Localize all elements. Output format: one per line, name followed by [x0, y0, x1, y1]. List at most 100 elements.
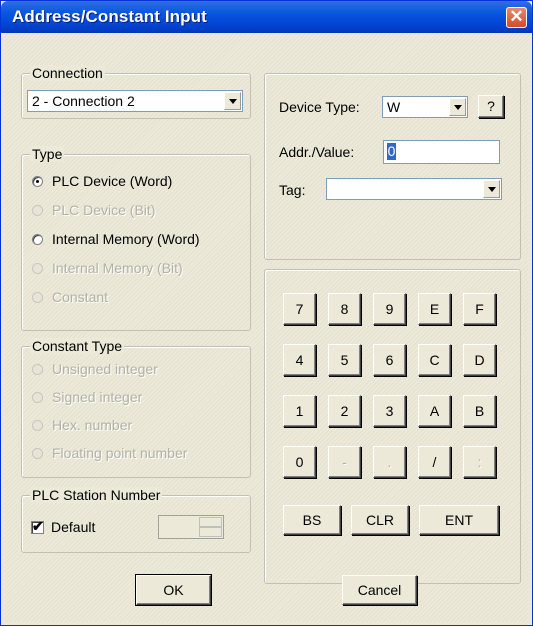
type-option-label: Constant: [52, 289, 109, 305]
device-type-select[interactable]: W: [382, 96, 468, 118]
keypad-key-label: B: [474, 403, 485, 419]
title-bar[interactable]: Address/Constant Input ✕: [1, 1, 532, 33]
device-group: Device Type: W ? Addr./Value: 0 Tag:: [264, 73, 521, 260]
type-option-label: Internal Memory (Word): [52, 231, 200, 247]
constant-type-option-label: Unsigned integer: [52, 361, 158, 377]
keypad-key[interactable]: 4: [283, 344, 316, 376]
keypad-key[interactable]: /: [418, 446, 451, 478]
addr-value-text: 0: [387, 143, 396, 160]
ok-label: OK: [163, 582, 184, 598]
keypad-key[interactable]: 9: [373, 293, 406, 325]
constant-type-legend: Constant Type: [30, 338, 125, 354]
keypad-key-label: E: [429, 301, 440, 317]
backspace-button[interactable]: BS: [283, 505, 341, 535]
keypad-key-label: :: [477, 454, 482, 470]
keypad-key[interactable]: -: [328, 446, 361, 478]
enter-label: ENT: [445, 512, 473, 528]
tag-label: Tag:: [279, 182, 306, 198]
keypad-key[interactable]: :: [463, 446, 496, 478]
keypad-key[interactable]: C: [418, 344, 451, 376]
addr-value-input[interactable]: 0: [383, 140, 500, 164]
keypad-key-label: C: [429, 352, 440, 368]
addr-value-label: Addr./Value:: [279, 144, 355, 160]
keypad-key[interactable]: 5: [328, 344, 361, 376]
chevron-down-icon[interactable]: [224, 92, 241, 110]
keypad-key-label: 9: [385, 301, 394, 317]
help-button[interactable]: ?: [478, 95, 504, 118]
type-group: Type PLC Device (Word) PLC Device (Bit) In…: [21, 146, 251, 331]
keypad-key-label: 4: [295, 352, 304, 368]
dialog-window: Address/Constant Input ✕ Connection 2 - …: [0, 0, 533, 626]
close-button[interactable]: ✕: [506, 7, 527, 28]
default-checkbox[interactable]: ✔: [31, 518, 44, 534]
keypad-key[interactable]: A: [418, 395, 451, 427]
station-group: PLC Station Number ✔ Default: [21, 487, 251, 553]
device-type-label: Device Type:: [279, 99, 360, 115]
keypad-key[interactable]: 0: [283, 446, 316, 478]
clear-label: CLR: [365, 512, 394, 528]
dialog-body: Connection 2 - Connection 2 Type PLC Dev…: [4, 33, 529, 622]
chevron-down-icon[interactable]: [449, 98, 466, 116]
keypad-key[interactable]: 7: [283, 293, 316, 325]
ok-button[interactable]: OK: [135, 574, 212, 606]
keypad-key[interactable]: 1: [283, 395, 316, 427]
connection-group: Connection 2 - Connection 2: [21, 65, 251, 119]
type-option-label: Internal Memory (Bit): [52, 260, 183, 276]
keypad-key-label: /: [432, 454, 437, 470]
keypad-key-label: 8: [340, 301, 349, 317]
keypad-key[interactable]: D: [463, 344, 496, 376]
keypad-group: 7 8 9 E F 4 5 6 C D 1 2 3 A B 0 -. /: BS CLR ENT: [264, 269, 521, 584]
window-title: Address/Constant Input: [12, 7, 207, 26]
cancel-label: Cancel: [357, 582, 402, 598]
keypad-key[interactable]: 8: [328, 293, 361, 325]
station-legend: PLC Station Number: [30, 487, 163, 503]
keypad-key-label: 3: [385, 403, 394, 419]
keypad-key-label: 6: [385, 352, 394, 368]
connection-select[interactable]: 2 - Connection 2: [27, 90, 243, 112]
help-label: ?: [487, 98, 495, 114]
backspace-label: BS: [302, 512, 322, 528]
keypad-key-label: 0: [295, 454, 304, 470]
keypad-key-label: 2: [340, 403, 349, 419]
keypad-key-label: 5: [340, 352, 349, 368]
keypad-key[interactable]: .: [373, 446, 406, 478]
keypad-key-label: .: [387, 454, 392, 470]
radio-dot: [32, 205, 43, 216]
station-number-spinner[interactable]: [158, 515, 224, 539]
chevron-down-icon[interactable]: [483, 180, 500, 198]
keypad-key-label: -: [342, 454, 347, 470]
radio-dot: [32, 420, 43, 431]
constant-type-option-label: Hex. number: [52, 417, 133, 433]
radio-dot: [32, 234, 43, 245]
keypad-key[interactable]: B: [463, 395, 496, 427]
check-icon: ✔: [32, 518, 44, 534]
connection-value: 2 - Connection 2: [32, 93, 135, 109]
radio-dot: [32, 364, 43, 375]
keypad-key-label: D: [474, 352, 485, 368]
default-label: Default: [51, 519, 96, 535]
keypad-key[interactable]: 2: [328, 395, 361, 427]
enter-button[interactable]: ENT: [419, 505, 499, 535]
type-legend: Type: [30, 146, 65, 162]
radio-dot: [32, 448, 43, 459]
connection-legend: Connection: [30, 65, 105, 81]
spin-down-button[interactable]: [199, 527, 222, 537]
keypad-key[interactable]: 3: [373, 395, 406, 427]
radio-dot: [32, 176, 43, 187]
radio-dot: [32, 292, 43, 303]
tag-select[interactable]: [326, 178, 502, 200]
clear-button[interactable]: CLR: [351, 505, 409, 535]
keypad-key-label: 1: [295, 403, 304, 419]
radio-dot: [32, 263, 43, 274]
keypad-key-label: F: [475, 301, 484, 317]
type-option-label: PLC Device (Word): [52, 173, 173, 189]
spin-up-button[interactable]: [199, 517, 222, 527]
constant-type-option-label: Floating point number: [52, 445, 188, 461]
keypad-key[interactable]: F: [463, 293, 496, 325]
keypad-key-label: 7: [295, 301, 304, 317]
cancel-button[interactable]: Cancel: [342, 575, 417, 605]
keypad-key[interactable]: E: [418, 293, 451, 325]
type-option-label: PLC Device (Bit): [52, 202, 156, 218]
close-icon: ✕: [509, 7, 524, 26]
keypad-key[interactable]: 6: [373, 344, 406, 376]
